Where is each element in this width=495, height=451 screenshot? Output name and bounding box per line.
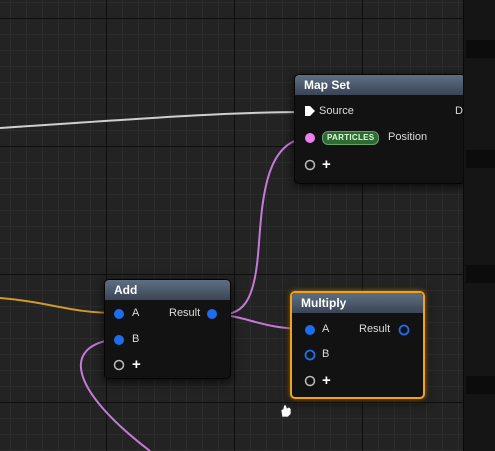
node-graph-canvas[interactable]: Map Set Source PARTICLES Position + D Ad…	[0, 0, 466, 451]
add-pin-plus[interactable]: +	[322, 372, 331, 389]
map-set-title: Map Set	[295, 75, 465, 95]
pin-b-label: B	[322, 348, 330, 360]
multiply-node[interactable]: Multiply A B Result +	[290, 291, 425, 399]
add-pin-plus[interactable]: +	[322, 156, 331, 173]
float-pin-b-icon[interactable]	[304, 349, 316, 361]
pin-a-label: A	[322, 323, 330, 335]
map-set-node[interactable]: Map Set Source PARTICLES Position + D	[294, 74, 466, 184]
add-pin-plus[interactable]: +	[132, 356, 141, 373]
panel-block	[466, 376, 495, 394]
particles-namespace-badge: PARTICLES	[322, 131, 380, 145]
pin-a-label: A	[132, 307, 140, 319]
add-title: Add	[105, 280, 230, 300]
add-pin-icon[interactable]	[304, 159, 316, 171]
panel-block	[466, 150, 495, 168]
float-pin-b-icon[interactable]	[113, 334, 125, 346]
float-result-pin-icon[interactable]	[206, 308, 218, 320]
position-pin-label: Position	[388, 131, 428, 143]
wire-exec-source	[0, 111, 307, 129]
pin-b-label: B	[132, 333, 140, 345]
result-label: Result	[169, 307, 201, 319]
float-result-pin-icon[interactable]	[398, 324, 410, 336]
add-pin-icon[interactable]	[304, 375, 316, 387]
side-panel	[463, 0, 495, 451]
particles-pin-icon[interactable]	[304, 132, 316, 144]
hand-cursor-icon	[280, 404, 292, 418]
wire-a-input	[0, 297, 118, 314]
result-label: Result	[359, 323, 391, 335]
add-pin-icon[interactable]	[113, 359, 125, 371]
multiply-title: Multiply	[292, 293, 423, 313]
panel-block	[466, 40, 495, 58]
float-pin-a-icon[interactable]	[304, 324, 316, 336]
truncated-output-label: D	[455, 105, 463, 117]
panel-block	[466, 265, 495, 283]
exec-pin-icon[interactable]	[304, 105, 316, 117]
float-pin-a-icon[interactable]	[113, 308, 125, 320]
add-node[interactable]: Add A B Result +	[104, 279, 231, 379]
source-pin-label: Source	[319, 105, 354, 117]
